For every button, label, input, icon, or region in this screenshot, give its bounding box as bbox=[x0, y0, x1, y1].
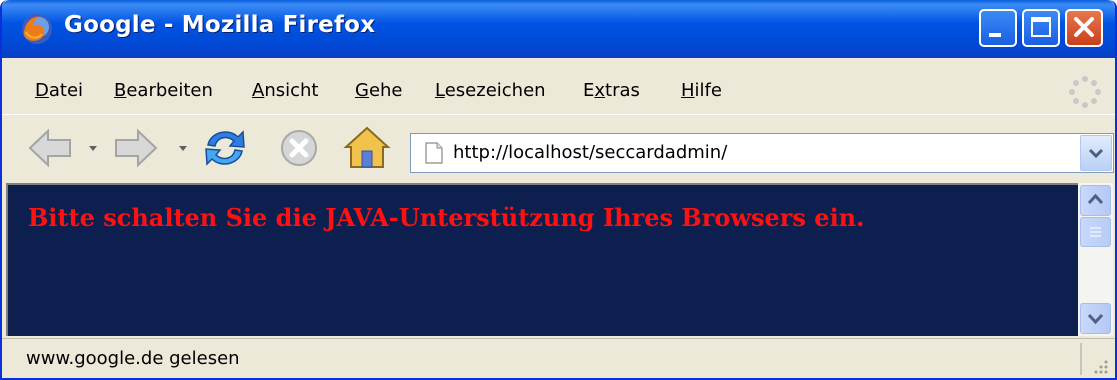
minimize-icon bbox=[989, 33, 1001, 37]
menu-label: esezeichen bbox=[444, 80, 546, 101]
menu-label: atei bbox=[48, 80, 84, 101]
menu-item-bearbeiten[interactable]: Bearbeiten bbox=[114, 80, 213, 101]
page-icon bbox=[425, 142, 443, 164]
menu-accelerator: H bbox=[681, 80, 695, 101]
browser-window: Google - Mozilla Firefox Datei Bearbeite… bbox=[0, 0, 1117, 380]
throbber-icon bbox=[1069, 76, 1101, 108]
back-dropdown-icon[interactable] bbox=[86, 125, 100, 171]
status-text: www.google.de gelesen bbox=[26, 348, 240, 369]
close-button[interactable] bbox=[1065, 9, 1103, 47]
forward-dropdown-icon[interactable] bbox=[176, 125, 190, 171]
menu-accelerator: B bbox=[114, 80, 127, 101]
resize-grip-icon[interactable] bbox=[1091, 357, 1109, 375]
menu-accelerator: A bbox=[252, 80, 265, 101]
grip-lines-icon bbox=[1090, 227, 1101, 237]
chevron-down-icon bbox=[1088, 148, 1104, 159]
menu-label: earbeiten bbox=[126, 80, 213, 101]
menu-item-ansicht[interactable]: Ansicht bbox=[252, 80, 318, 101]
maximize-button[interactable] bbox=[1022, 9, 1060, 47]
chevron-up-icon bbox=[1087, 193, 1104, 205]
forward-icon[interactable] bbox=[110, 125, 160, 171]
menu-item-hilfe[interactable]: Hilfe bbox=[681, 80, 722, 101]
title-bar[interactable]: Google - Mozilla Firefox bbox=[2, 0, 1115, 58]
menu-label: ehe bbox=[368, 80, 403, 101]
menu-label: E bbox=[583, 80, 595, 101]
address-dropdown-button[interactable] bbox=[1080, 135, 1112, 171]
java-warning-text: Bitte schalten Sie die JAVA-Unterstützun… bbox=[28, 203, 865, 232]
scroll-thumb[interactable] bbox=[1080, 217, 1111, 247]
status-bar: www.google.de gelesen bbox=[2, 338, 1115, 378]
minimize-button[interactable] bbox=[979, 9, 1017, 47]
menu-item-datei[interactable]: Datei bbox=[35, 80, 83, 101]
maximize-icon bbox=[1031, 17, 1051, 37]
menu-bar: Datei Bearbeiten Ansicht Gehe Lesezeiche… bbox=[2, 72, 1115, 112]
menu-accelerator: D bbox=[35, 80, 49, 101]
close-icon bbox=[1074, 17, 1094, 37]
menu-accelerator: G bbox=[355, 80, 369, 101]
page-content: Bitte schalten Sie die JAVA-Unterstützun… bbox=[6, 183, 1078, 336]
address-text: http://localhost/seccardadmin/ bbox=[453, 142, 728, 163]
window-title: Google - Mozilla Firefox bbox=[64, 12, 376, 38]
chevron-down-icon bbox=[1087, 313, 1104, 325]
menu-accelerator: L bbox=[435, 80, 445, 101]
stop-icon[interactable] bbox=[274, 125, 324, 171]
back-icon[interactable] bbox=[26, 125, 76, 171]
vertical-scrollbar[interactable] bbox=[1078, 183, 1113, 336]
menu-label: tras bbox=[605, 80, 640, 101]
scroll-up-button[interactable] bbox=[1080, 185, 1111, 216]
menu-item-lesezeichen[interactable]: Lesezeichen bbox=[435, 80, 546, 101]
firefox-icon bbox=[22, 14, 52, 44]
status-separator bbox=[1080, 343, 1082, 375]
menu-item-extras[interactable]: Extras bbox=[583, 80, 640, 101]
home-icon[interactable] bbox=[342, 125, 392, 171]
menu-accelerator: x bbox=[594, 80, 606, 101]
address-bar[interactable]: http://localhost/seccardadmin/ bbox=[410, 133, 1114, 173]
menu-label: ilfe bbox=[694, 80, 722, 101]
menu-label: nsicht bbox=[264, 80, 319, 101]
menu-item-gehe[interactable]: Gehe bbox=[355, 80, 403, 101]
reload-icon[interactable] bbox=[200, 125, 250, 171]
scroll-down-button[interactable] bbox=[1080, 303, 1111, 334]
